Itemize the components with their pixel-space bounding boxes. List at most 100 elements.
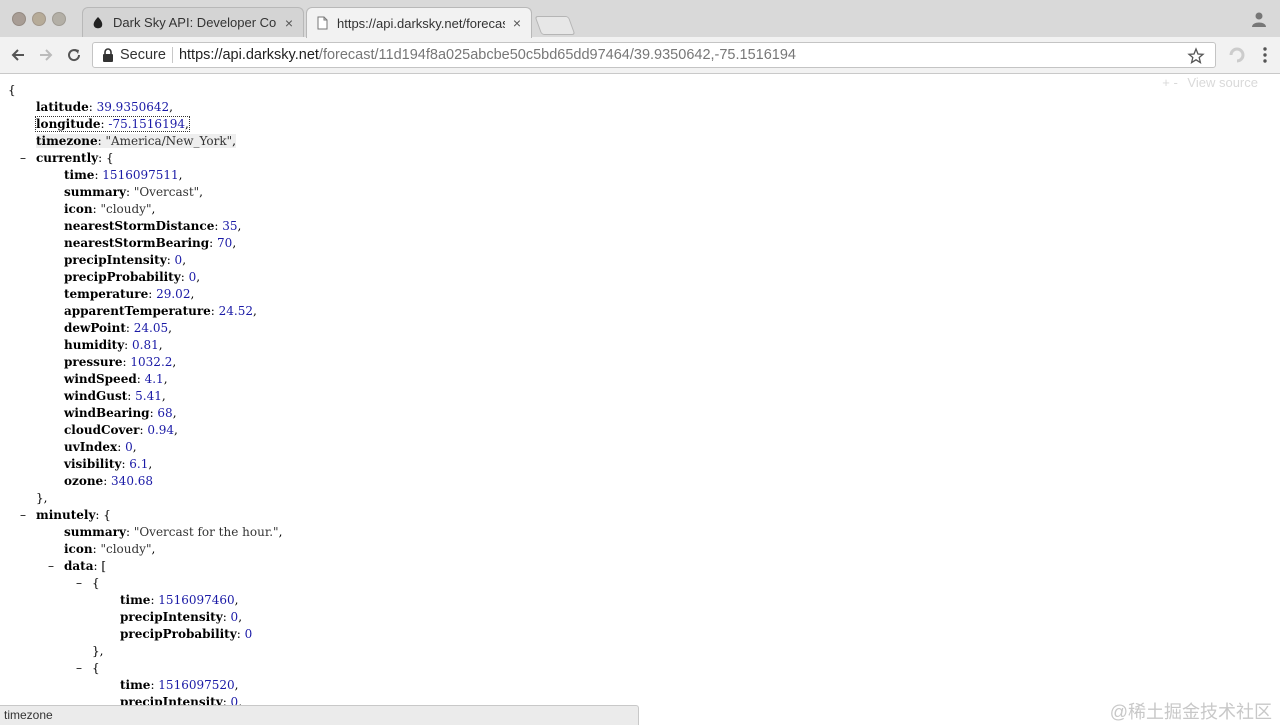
window-minimize-button[interactable] [32,12,46,26]
json-entry: pressure: 1032.2, [64,355,176,369]
json-entry: cloudCover: 0.94, [64,423,178,437]
json-key: windGust [64,389,128,403]
json-key: nearestStormBearing [64,236,210,250]
collapse-toggle[interactable]: – [74,575,84,592]
json-value: 39.9350642 [96,100,170,114]
json-key: currently [36,151,99,165]
tab-close-icon[interactable]: × [283,15,295,31]
json-entry: precipIntensity: 0, [120,695,242,705]
json-line: apparentTemperature: 24.52, [64,303,257,320]
json-value: 0.81 [132,338,159,352]
json-line: timezone: "America/New_York", [36,133,236,150]
json-comma: , [278,525,283,539]
secure-label: Secure [120,47,166,63]
collapse-toggle[interactable]: – [18,507,28,524]
json-key: ozone [64,474,104,488]
json-entry: windGust: 5.41, [64,389,166,403]
json-line: windSpeed: 4.1, [64,371,168,388]
json-line: precipIntensity: 0, [64,252,186,269]
json-entry: dewPoint: 24.05, [64,321,172,335]
json-value: 24.52 [218,304,254,318]
json-key: icon [64,542,93,556]
json-value: { [105,151,114,165]
collapse-toggle[interactable]: – [74,660,84,677]
json-value: 6.1 [129,457,149,471]
json-line: time: 1516097511, [64,167,182,184]
json-line: { [92,660,100,677]
json-line: precipIntensity: 0, [120,694,242,705]
tab-close-icon[interactable]: × [511,15,523,31]
json-colon: : [166,253,175,267]
bookmark-star-icon[interactable] [1187,47,1205,65]
json-line: summary: "Overcast", [64,184,203,201]
json-entry: nearestStormDistance: 35, [64,219,241,233]
tab-dark-sky-console[interactable]: Dark Sky API: Developer Console × [82,7,304,37]
json-line: time: 1516097520, [120,677,238,694]
new-tab-button[interactable] [534,16,576,35]
json-line: ozone: 340.68 [64,473,153,490]
json-colon: : [127,389,136,403]
forward-arrow-icon[interactable] [36,45,56,65]
status-bar: timezone [0,705,639,725]
json-line: longitude: -75.1516194, [35,116,190,133]
json-comma: , [172,355,177,369]
json-comma: , [184,117,189,131]
json-value: -75.1516194 [108,117,185,131]
json-line: minutely: { [36,507,111,524]
zoom-controls[interactable]: + - [1162,75,1178,90]
json-line: data: [ [64,558,106,575]
json-entry: time: 1516097520, [120,678,238,692]
json-line: nearestStormDistance: 35, [64,218,241,235]
json-value: 70 [217,236,233,250]
json-colon: : [125,185,134,199]
json-line: { [8,82,16,99]
json-comma: , [169,100,173,114]
json-comma: , [161,389,166,403]
json-entry: time: 1516097460, [120,593,238,607]
json-entry: windBearing: 68, [64,406,177,420]
json-colon: : [124,338,133,352]
json-comma: , [237,219,242,233]
json-value: 4.1 [144,372,164,386]
json-comma: , [232,236,237,250]
json-comma: , [238,610,243,624]
json-value: "cloudy" [100,202,152,216]
json-entry: apparentTemperature: 24.52, [64,304,257,318]
json-bracket: { [92,661,100,675]
json-entry: uvIndex: 0, [64,440,137,454]
tab-forecast-json[interactable]: https://api.darksky.net/forecast/11 × [306,7,532,38]
json-entry: temperature: 29.02, [64,287,194,301]
json-key: summary [64,525,126,539]
json-line: dewPoint: 24.05, [64,320,172,337]
json-colon: : [125,321,134,335]
extension-icon[interactable] [1228,46,1246,64]
json-value: "America/New_York" [105,134,233,148]
json-value: 5.41 [135,389,162,403]
json-entry: icon: "cloudy", [64,542,155,556]
window-maximize-button[interactable] [52,12,66,26]
json-key: nearestStormDistance [64,219,215,233]
user-account-icon[interactable] [1250,10,1268,28]
json-entry: summary: "Overcast for the hour.", [64,525,282,539]
back-arrow-icon[interactable] [8,45,28,65]
json-key: time [120,593,151,607]
json-comma: , [253,304,257,318]
json-bracket: }, [36,491,48,505]
json-line: icon: "cloudy", [64,201,155,218]
menu-dots-icon[interactable] [1258,46,1272,64]
json-line: }, [36,490,47,507]
collapse-toggle[interactable]: – [46,558,56,575]
json-value: 1516097460 [158,593,235,607]
json-key: windSpeed [64,372,137,386]
reload-icon[interactable] [64,45,84,65]
collapse-toggle[interactable]: – [18,150,28,167]
json-key: summary [64,185,126,199]
json-line: uvIndex: 0, [64,439,137,456]
window-close-button[interactable] [12,12,26,26]
json-key: precipProbability [120,627,237,641]
view-source-link[interactable]: View source [1187,75,1258,90]
json-line: latitude: 39.9350642, [36,99,173,116]
json-comma: , [178,168,183,182]
address-bar[interactable]: Secure https://api.darksky.net /forecast… [92,42,1216,68]
json-value: { [103,508,111,522]
